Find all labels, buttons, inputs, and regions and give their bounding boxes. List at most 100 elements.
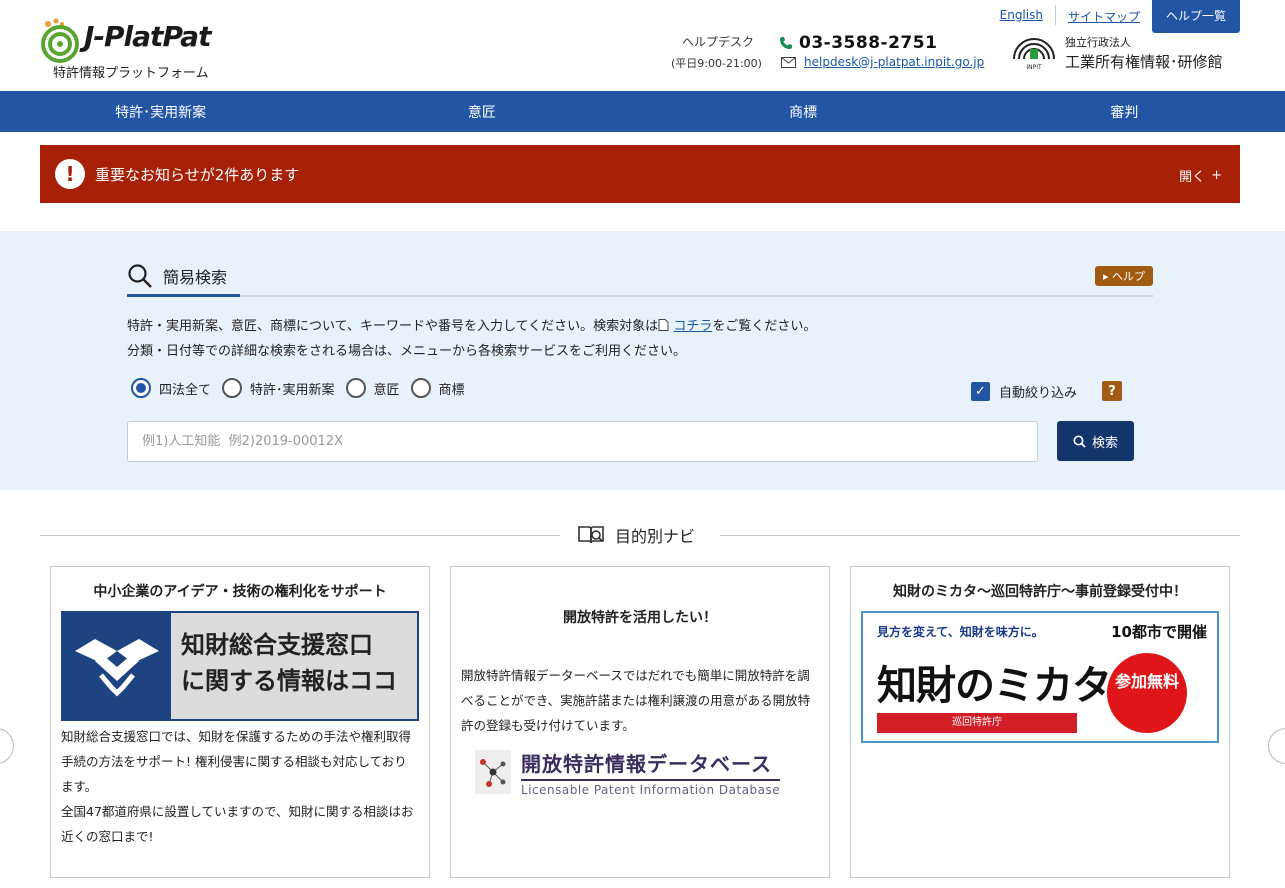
search-help-label: ヘルプ (1112, 270, 1145, 283)
banner-tagline: 見方を変えて、知財を味方に。 (877, 625, 1044, 639)
ip-support-banner[interactable]: 知財総合支援窓口 に関する情報はココ (61, 611, 419, 721)
navi-card-ip-support[interactable]: 中小企業のアイデア・技術の権利化をサポート 知財総合支援窓口 に関する情報はココ… (50, 566, 430, 878)
inpit-line1: 独立行政法人 (1065, 36, 1131, 49)
card-title: 中小企業のアイデア・技術の権利化をサポート (93, 584, 387, 600)
card-title: 知財のミカタ～巡回特許庁～事前登録受付中！ (893, 584, 1187, 600)
top-links: English サイトマップ ヘルプ一覧 (988, 0, 1240, 33)
main-nav: 特許･実用新案 意匠 商標 審判 (0, 91, 1285, 132)
search-description-2: 分類・日付等での詳細な検索をされる場合は、メニューから各検索サービスをご利用くだ… (127, 344, 687, 359)
english-link[interactable]: English (988, 0, 1055, 28)
inpit-logo[interactable]: INPIT 独立行政法人 工業所有権情報･研修館 (1011, 34, 1223, 72)
logo-swirl-icon (41, 18, 79, 63)
banner-title: 開放特許情報データベース (521, 748, 781, 781)
navi-divider-left (40, 535, 560, 536)
helpdesk-hours: (平日9:00-21:00) (671, 57, 762, 70)
navi-card-open-patent[interactable]: 開放特許を活用したい！ 開放特許情報データーベースではだれでも簡単に開放特許を調… (450, 566, 830, 878)
radio-patent[interactable]: 特許･実用新案 (222, 378, 335, 398)
search-button-icon (1073, 435, 1086, 448)
phone-icon (780, 37, 792, 49)
jplatpat-logo[interactable]: J-PlatPat 特許情報プラットフォーム (40, 12, 240, 82)
logo-wordmark: J-PlatPat (84, 20, 211, 53)
desc1-text-b: をご覧ください。 (712, 319, 817, 334)
helpdesk-phone: 03-3588-2751 (779, 33, 937, 53)
navi-title-text: 目的別ナビ (615, 527, 696, 546)
phone-number: 03-3588-2751 (799, 33, 938, 53)
radio-design-circle[interactable] (345, 378, 366, 398)
banner-right: 知財総合支援窓口 に関する情報はココ (171, 613, 417, 719)
banner-main-title: 知財のミカタ (877, 663, 1112, 709)
mail-icon (781, 56, 796, 68)
search-help-button[interactable]: ▸ ヘルプ (1094, 266, 1153, 286)
search-title: 簡易検索 (163, 267, 228, 287)
email-link[interactable]: helpdesk@j-platpat.inpit.go.jp (804, 55, 984, 69)
auto-filter-checkbox[interactable]: ✓ (971, 381, 990, 401)
search-button[interactable]: 検索 (1057, 421, 1134, 461)
radio-design[interactable]: 意匠 (345, 378, 400, 398)
nav-item-trademark[interactable]: 商標 (643, 91, 964, 132)
card-text-1: 知財総合支援窓口では、知財を保護するための手法や権利取得手続の方法をサポート! … (61, 729, 412, 794)
nav-item-patent[interactable]: 特許･実用新案 (0, 91, 321, 132)
molecule-icon (475, 750, 511, 794)
navi-card-ip-mikata[interactable]: 知財のミカタ～巡回特許庁～事前登録受付中！ 見方を変えて、知財を味方に。 知財の… (850, 566, 1230, 878)
radio-all-label: 四法全て (159, 382, 212, 398)
banner-text: 開放特許情報データベース Licensable Patent Informati… (521, 748, 781, 797)
search-button-label: 検索 (1091, 435, 1118, 451)
simple-search-section: 簡易検索 ▸ ヘルプ 特許・実用新案、意匠、商標について、キーワードや番号を入力… (0, 231, 1285, 490)
navi-title: 目的別ナビ (577, 523, 695, 547)
radio-trademark-label: 商標 (438, 382, 465, 398)
radio-trademark[interactable]: 商標 (410, 378, 465, 398)
banner-line1: 知財総合支援窓口 (181, 631, 373, 659)
alert-icon: ! (55, 159, 85, 189)
carousel-prev-button[interactable] (0, 728, 14, 764)
radio-all-circle[interactable] (131, 378, 151, 398)
radio-trademark-circle[interactable] (410, 378, 431, 398)
auto-filter-help-icon[interactable]: ? (1102, 381, 1123, 401)
inpit-name: 独立行政法人 工業所有権情報･研修館 (1065, 34, 1223, 72)
desc1-text-a: 特許・実用新案、意匠、商標について、キーワードや番号を入力してください。検索対象… (127, 319, 659, 334)
banner-left (63, 613, 171, 719)
navi-divider-right (720, 535, 1240, 536)
target-link[interactable]: コチラ (673, 319, 712, 334)
notice-open-button[interactable]: 開く + (1179, 166, 1222, 185)
notice-open-label: 開く (1179, 170, 1206, 185)
search-description-1: 特許・実用新案、意匠、商標について、キーワードや番号を入力してください。検索対象… (127, 315, 816, 334)
inpit-emblem-icon: INPIT (1013, 38, 1055, 71)
important-notice-bar[interactable]: ! 重要なお知らせが2件あります 開く + (40, 145, 1240, 203)
notice-text: 重要なお知らせが2件あります (95, 165, 300, 184)
open-patent-db-banner[interactable]: 開放特許情報データベース Licensable Patent Informati… (475, 747, 805, 797)
law-radio-group: 四法全て 特許･実用新案 意匠 商標 (131, 378, 476, 398)
banner-line2: に関する情報はココ (181, 667, 397, 695)
book-search-icon (578, 526, 604, 544)
card-text-2: 全国47都道府県に設置していますので、知財に関する相談はお近くの窓口まで! (61, 804, 414, 844)
help-list-button[interactable]: ヘルプ一覧 (1151, 0, 1240, 33)
banner-subtitle: Licensable Patent Information Database (521, 782, 781, 797)
auto-filter[interactable]: ✓ 自動絞り込み ? (971, 381, 1123, 401)
radio-all[interactable]: 四法全て (131, 378, 211, 398)
search-input[interactable] (127, 421, 1038, 462)
site-header: J-PlatPat 特許情報プラットフォーム ヘルプデスク (平日9:00-21… (0, 0, 1285, 91)
sitemap-link[interactable]: サイトマップ (1056, 0, 1152, 28)
ip-mikata-banner[interactable]: 見方を変えて、知財を味方に。 知財のミカタ 巡回特許庁 10都市で開催 参加無料 (861, 611, 1219, 743)
inpit-mark-text: INPIT (1026, 64, 1042, 71)
search-header: 簡易検索 ▸ ヘルプ (127, 257, 1153, 297)
radio-patent-label: 特許･実用新案 (250, 382, 335, 398)
document-icon (658, 319, 669, 331)
banner-free-badge: 参加無料 (1107, 653, 1187, 733)
auto-filter-label: 自動絞り込み (999, 385, 1078, 401)
nav-item-trial[interactable]: 審判 (964, 91, 1285, 132)
radio-patent-circle[interactable] (222, 378, 243, 398)
search-icon (128, 263, 152, 288)
carousel-next-button[interactable] (1268, 728, 1285, 764)
inpit-line2: 工業所有権情報･研修館 (1065, 53, 1223, 71)
card-text-1: 開放特許情報データーベースではだれでも簡単に開放特許を調べることができ、実施許諾… (461, 668, 811, 733)
helpdesk-label: ヘルプデスク (682, 35, 755, 49)
handshake-icon (75, 639, 159, 697)
nav-item-design[interactable]: 意匠 (321, 91, 642, 132)
logo-subtitle: 特許情報プラットフォーム (53, 66, 209, 81)
helpdesk-mail[interactable]: helpdesk@j-platpat.inpit.go.jp (781, 55, 984, 69)
plus-icon: + (1211, 168, 1222, 183)
banner-footer: 巡回特許庁 (877, 713, 1077, 733)
card-title: 開放特許を活用したい！ (563, 610, 717, 626)
search-tab: 簡易検索 (127, 257, 240, 297)
banner-cities: 10都市で開催 (1111, 623, 1207, 641)
